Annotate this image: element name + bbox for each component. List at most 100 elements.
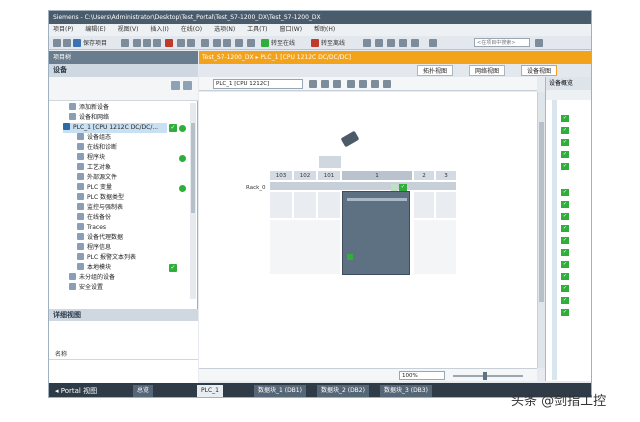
menu-project[interactable]: 项目(P) (53, 26, 73, 33)
tab-device-view[interactable]: 设备视图 (521, 65, 558, 76)
rack-rail (269, 181, 457, 191)
zoom-select[interactable]: 100% (399, 371, 445, 380)
fit-icon[interactable] (371, 80, 379, 88)
slot-3[interactable] (435, 191, 457, 219)
editor-window-controls[interactable] (569, 54, 589, 61)
minimize-editor-icon[interactable] (429, 39, 437, 47)
cross-reference-icon[interactable] (375, 39, 383, 47)
show-labels-icon[interactable] (383, 80, 391, 88)
slot-2[interactable] (413, 191, 435, 219)
taskbar-db3[interactable]: 数据块_3 (DB3) (380, 385, 432, 397)
slot-103[interactable] (269, 191, 293, 219)
properties-icon[interactable] (321, 80, 329, 88)
cut-icon[interactable] (133, 39, 141, 47)
tree-item-alarm-text-lists[interactable]: PLC 报警文本列表 (77, 253, 136, 263)
copy-icon[interactable] (143, 39, 151, 47)
menu-edit[interactable]: 编辑(E) (85, 26, 105, 33)
device-overview-header[interactable]: 设备概览 (546, 77, 591, 90)
stop-simulation-icon[interactable] (247, 39, 255, 47)
tree-item-add-device[interactable]: 添加新设备 (69, 103, 109, 113)
zoom-slider[interactable] (453, 372, 523, 380)
tree-item-plc1[interactable]: PLC_1 [CPU 1212C DC/DC/... (63, 123, 167, 133)
menu-options[interactable]: 选项(N) (214, 26, 235, 33)
taskbar-plc1[interactable]: PLC_1 (197, 385, 223, 397)
folder-icon (77, 173, 84, 180)
menu-window[interactable]: 窗口(W) (279, 26, 302, 33)
tree-item-device-config[interactable]: 设备组态 (77, 133, 111, 143)
menu-view[interactable]: 视图(V) (118, 26, 139, 33)
device-canvas[interactable]: Rack_0 103 102 101 1 2 3 ✓ (199, 92, 537, 368)
new-project-icon[interactable] (53, 39, 61, 47)
overview-check-icon: ✓ (561, 297, 569, 304)
upload-icon[interactable] (223, 39, 231, 47)
slot-101[interactable] (317, 191, 341, 219)
go-offline-button[interactable]: 转至离线 (321, 38, 345, 47)
plc-icon (63, 123, 70, 130)
tree-item-program-blocks[interactable]: 程序块 (77, 153, 105, 163)
compile-icon[interactable] (201, 39, 209, 47)
taskbar-db2[interactable]: 数据块_2 (DB2) (317, 385, 369, 397)
tree-item-online-backups[interactable]: 在线备份 (77, 213, 111, 223)
print-icon[interactable] (121, 39, 129, 47)
tree-scrollbar[interactable] (190, 103, 196, 299)
dropdown-icon[interactable] (309, 80, 317, 88)
slot-102[interactable] (293, 191, 317, 219)
tab-network-view[interactable]: 网络视图 (469, 65, 506, 76)
cpu-module[interactable] (342, 191, 410, 275)
save-project-button[interactable]: 保存项目 (83, 38, 107, 47)
redo-icon[interactable] (187, 39, 195, 47)
pointer-icon[interactable] (333, 80, 341, 88)
tree-item-devices-networks[interactable]: 设备和网络 (69, 113, 109, 123)
zoom-in-icon[interactable] (347, 80, 355, 88)
paste-icon[interactable] (153, 39, 161, 47)
portal-view-button[interactable]: ◂ Portal 视图 (55, 386, 97, 396)
menu-online[interactable]: 在线(O) (181, 26, 202, 33)
split-vertical-icon[interactable] (399, 39, 407, 47)
menu-insert[interactable]: 插入(I) (150, 26, 168, 33)
delete-icon[interactable] (165, 39, 173, 47)
tree-item-local-modules[interactable]: 本地模块 (77, 263, 111, 273)
simulation-icon[interactable] (235, 39, 243, 47)
tree-view-icon[interactable] (171, 81, 180, 90)
split-horizontal-icon[interactable] (387, 39, 395, 47)
project-search-input[interactable]: <在项目中搜索> (474, 38, 530, 47)
tree-scroll-thumb[interactable] (191, 123, 195, 213)
save-icon[interactable] (73, 39, 81, 47)
tree-item-plc-data-types[interactable]: PLC 数据类型 (77, 193, 124, 203)
undo-icon[interactable] (177, 39, 185, 47)
window-layout-icon[interactable] (411, 39, 419, 47)
zoom-out-icon[interactable] (359, 80, 367, 88)
tree-item-external-sources[interactable]: 外部源文件 (77, 173, 117, 183)
canvas-scrollbar[interactable] (537, 92, 545, 368)
tree-item-traces[interactable]: Traces (77, 223, 106, 233)
project-tree-tab[interactable]: 项目树 (49, 51, 198, 64)
tree-item-device-proxy[interactable]: 设备代理数据 (77, 233, 123, 243)
menu-tools[interactable]: 工具(T) (247, 26, 267, 33)
go-offline-icon[interactable] (311, 39, 319, 47)
tree-item-ungrouped-devices[interactable]: 未分组的设备 (69, 273, 115, 283)
device-select[interactable]: PLC_1 [CPU 1212C] (213, 79, 303, 89)
tree-item-plc-tags[interactable]: PLC 变量 (77, 183, 112, 193)
open-project-icon[interactable] (63, 39, 71, 47)
canvas-scroll-thumb[interactable] (539, 122, 544, 302)
overview-check-icon: ✓ (561, 151, 569, 158)
zoom-slider-knob[interactable] (483, 372, 487, 380)
tree-item-program-info[interactable]: 程序信息 (77, 243, 111, 253)
go-online-icon[interactable] (261, 39, 269, 47)
menu-help[interactable]: 帮助(H) (314, 26, 335, 33)
taskbar-overview[interactable]: 总览 (133, 385, 154, 397)
go-online-button[interactable]: 转至在线 (271, 38, 295, 47)
tree-item-watch-tables[interactable]: 监控与强制表 (77, 203, 123, 213)
tree-item-technology-objects[interactable]: 工艺对象 (77, 163, 111, 173)
tab-topology-view[interactable]: 拓扑视图 (417, 65, 454, 76)
program-blocks-status-icon (179, 155, 186, 162)
download-icon[interactable] (213, 39, 221, 47)
tree-item-security-settings[interactable]: 安全设置 (69, 283, 103, 293)
accessible-devices-icon[interactable] (363, 39, 371, 47)
details-view-header[interactable]: 详细视图 (49, 309, 198, 321)
tree-options-icon[interactable] (183, 81, 192, 90)
profinet-port-icon[interactable] (347, 254, 353, 260)
taskbar-db1[interactable]: 数据块_1 (DB1) (254, 385, 306, 397)
search-icon[interactable] (535, 39, 543, 47)
tree-item-online-diagnostics[interactable]: 在线和诊断 (77, 143, 117, 153)
